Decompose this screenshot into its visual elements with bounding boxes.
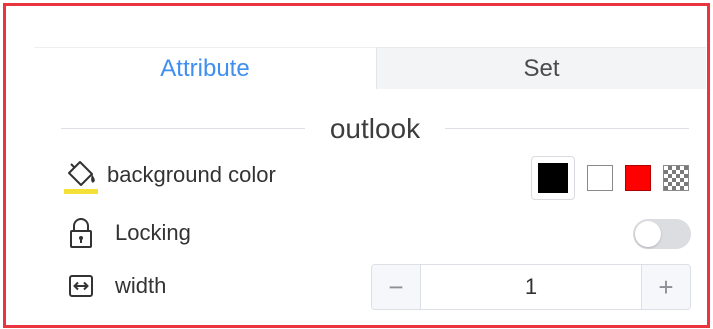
background-color-row: background color — [61, 155, 276, 195]
color-swatches — [531, 156, 689, 200]
resize-horizontal-icon — [61, 266, 101, 306]
divider-line-left — [61, 128, 305, 129]
color-indicator-bar — [64, 189, 98, 194]
width-row: width — [61, 266, 166, 306]
swatch-white[interactable] — [587, 165, 613, 191]
width-label: width — [115, 273, 167, 298]
section-title: outlook — [329, 113, 421, 144]
background-color-label: background color — [107, 162, 276, 187]
paint-bucket-icon — [61, 155, 101, 195]
selected-color-fill — [538, 163, 568, 193]
divider-line-right — [445, 128, 689, 129]
lock-icon — [61, 213, 101, 253]
tab-bar: Attribute Set — [34, 47, 706, 89]
tab-attribute[interactable]: Attribute — [34, 47, 376, 89]
toggle-knob — [635, 221, 661, 247]
width-stepper: − 1 + — [371, 264, 691, 310]
increment-button[interactable]: + — [641, 265, 690, 309]
section-divider: outlook — [61, 109, 689, 149]
swatch-red[interactable] — [625, 165, 651, 191]
swatch-transparent[interactable] — [663, 165, 689, 191]
locking-label: Locking — [115, 220, 191, 245]
panel-frame: Attribute Set outlook background color L… — [3, 3, 710, 328]
selected-color-swatch[interactable] — [531, 156, 575, 200]
tab-set[interactable]: Set — [376, 47, 706, 89]
locking-toggle[interactable] — [633, 219, 691, 249]
locking-row: Locking — [61, 213, 191, 253]
decrement-button[interactable]: − — [372, 265, 421, 309]
width-value[interactable]: 1 — [421, 265, 641, 309]
